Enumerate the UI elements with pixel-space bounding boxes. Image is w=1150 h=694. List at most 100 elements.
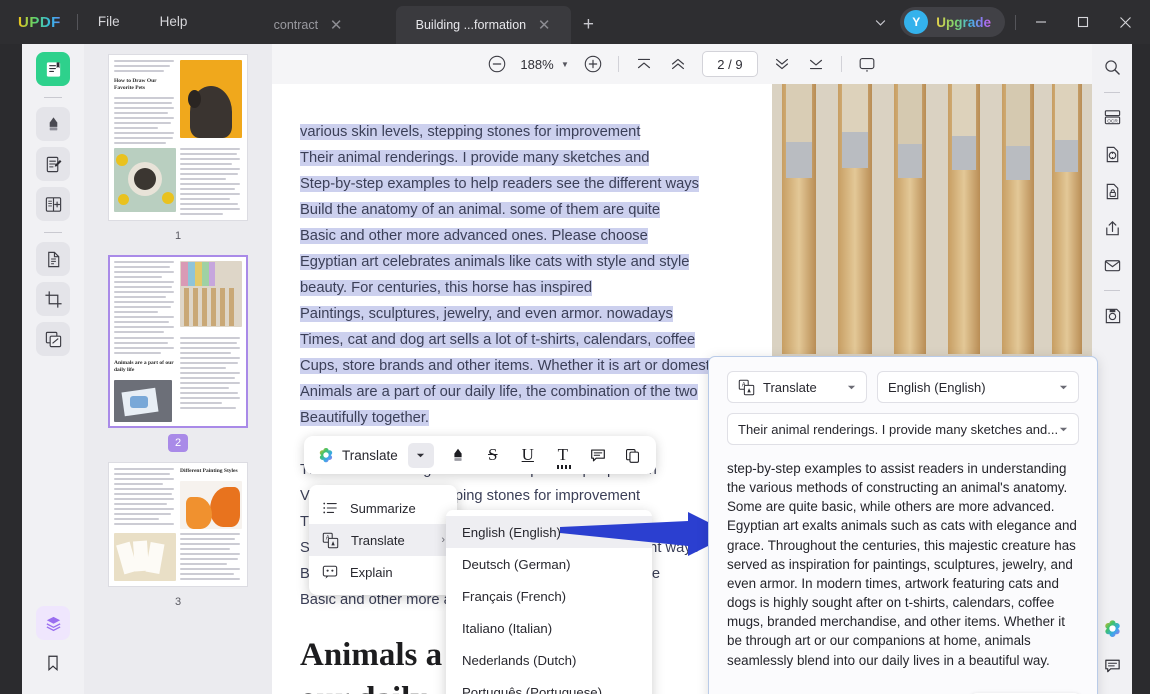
language-option-dutch[interactable]: Nederlands (Dutch)	[446, 644, 652, 676]
organize-tool[interactable]	[36, 322, 70, 356]
comment-tool[interactable]	[1097, 650, 1127, 680]
new-tab-button[interactable]: +	[571, 6, 605, 44]
share-tool[interactable]	[1097, 213, 1127, 243]
crop-tool[interactable]	[36, 282, 70, 316]
app-logo: UPDF	[18, 14, 77, 31]
doc-line-text: Paintings, sculptures, jewelry, and even…	[300, 306, 673, 322]
highlight-button[interactable]	[441, 440, 475, 470]
tab-building-information[interactable]: Building ...formation ✕	[396, 6, 571, 44]
thumbnail-item[interactable]: Animals are a part of our daily life	[84, 255, 272, 461]
edit-pdf-tool[interactable]	[36, 147, 70, 181]
doc-line-text: Basic and other more advanced ones. Plea…	[300, 228, 648, 244]
translate-panel[interactable]: A Translate English (English) Their anim…	[708, 356, 1098, 694]
page-heading: Animals a our daily	[300, 634, 442, 694]
zoom-out-icon[interactable]	[481, 48, 513, 80]
avatar: Y	[904, 10, 928, 34]
thumbnail-image-dog	[180, 60, 242, 138]
save-tool[interactable]	[1097, 300, 1127, 330]
menu-item-translate[interactable]: A Translate ›	[309, 524, 457, 556]
presentation-icon[interactable]	[851, 48, 883, 80]
doc-line: Times, cat and dog art sells a lot of t-…	[300, 332, 695, 348]
menu-item-summarize[interactable]: Summarize	[309, 492, 457, 524]
zoom-in-icon[interactable]	[577, 48, 609, 80]
title-bar: UPDF File Help contract ✕ Building ...fo…	[0, 0, 1150, 44]
convert-tool[interactable]	[36, 242, 70, 276]
email-tool[interactable]	[1097, 250, 1127, 280]
thumbnail-number: 1	[168, 227, 188, 245]
ai-context-menu[interactable]: Summarize A Translate › Explain	[309, 485, 457, 595]
menu-help[interactable]: Help	[140, 0, 208, 44]
last-page-icon[interactable]	[800, 48, 832, 80]
close-button[interactable]	[1104, 0, 1146, 44]
doc-line-text: Step-by-step examples to help readers se…	[300, 176, 699, 192]
menu-item-explain[interactable]: Explain	[309, 556, 457, 588]
right-toolbar: OCR	[1092, 44, 1132, 694]
zoom-level[interactable]: 188%	[515, 57, 559, 72]
note-button[interactable]	[581, 440, 615, 470]
chevron-down-icon[interactable]	[847, 380, 856, 395]
annotate-tool[interactable]	[36, 107, 70, 141]
translate-quick-button[interactable]: Translate	[310, 441, 405, 469]
thumbnail-image-foxes	[180, 481, 242, 529]
app-body: How to Draw Our Favorite Pets	[0, 44, 1150, 694]
chevron-down-icon[interactable]	[1059, 380, 1068, 395]
minimize-button[interactable]	[1020, 0, 1062, 44]
chevron-down-icon[interactable]	[1059, 422, 1068, 437]
page-indicator[interactable]: 2 / 9	[702, 51, 758, 77]
divider	[618, 56, 619, 72]
language-option-italian[interactable]: Italiano (Italian)	[446, 612, 652, 644]
doc-line-text: Cups, store brands and other items. Whet…	[300, 358, 720, 374]
tab-label: contract	[274, 18, 318, 32]
divider	[44, 97, 62, 98]
ocr-tool[interactable]: OCR	[1097, 102, 1127, 132]
page-edit-tool[interactable]	[36, 187, 70, 221]
search-tool[interactable]	[1097, 52, 1127, 82]
chevron-right-icon: ›	[441, 534, 445, 546]
first-page-icon[interactable]	[628, 48, 660, 80]
thumbnail-item[interactable]: Different Painting Styles	[84, 462, 272, 621]
convert-tool[interactable]	[1097, 139, 1127, 169]
menu-file[interactable]: File	[78, 0, 140, 44]
translate-mode-dropdown[interactable]: A Translate	[727, 371, 867, 403]
squiggly-underline-button[interactable]: T	[546, 440, 580, 470]
close-icon[interactable]: ✕	[536, 18, 552, 33]
bookmark-tool[interactable]	[36, 646, 70, 680]
close-icon[interactable]: ✕	[328, 18, 344, 33]
ai-layers-tool[interactable]	[36, 606, 70, 640]
source-text-label: Their animal renderings. I provide many …	[738, 422, 1058, 437]
doc-line: Build the anatomy of an animal. some of …	[300, 202, 660, 218]
thumbnail-page-1[interactable]: How to Draw Our Favorite Pets	[108, 54, 248, 221]
prev-page-icon[interactable]	[662, 48, 694, 80]
thumbnail-page-2[interactable]: Animals are a part of our daily life	[108, 255, 248, 427]
language-option-portuguese[interactable]: Português (Portuguese)	[446, 676, 652, 694]
protect-tool[interactable]	[1097, 176, 1127, 206]
ai-assistant[interactable]	[1097, 613, 1127, 643]
chevron-down-icon[interactable]: ▼	[561, 60, 569, 69]
thumbnail-item[interactable]: How to Draw Our Favorite Pets	[84, 54, 272, 255]
thumbnail-panel[interactable]: How to Draw Our Favorite Pets	[84, 44, 272, 694]
doc-line: Animals are a part of our daily life, th…	[300, 384, 698, 400]
target-language-dropdown[interactable]: English (English)	[877, 371, 1079, 403]
upgrade-button[interactable]: Y Upgrade	[900, 7, 1005, 37]
maximize-button[interactable]	[1062, 0, 1104, 44]
doc-line-text: Beautifully together.	[300, 410, 429, 426]
chevron-down-icon[interactable]	[408, 443, 434, 468]
thumbnail-image-paint	[114, 380, 172, 422]
copy-button[interactable]	[616, 440, 650, 470]
divider	[1104, 92, 1120, 93]
tab-contract[interactable]: contract ✕	[221, 6, 396, 44]
source-text-dropdown[interactable]: Their animal renderings. I provide many …	[727, 413, 1079, 445]
next-page-icon[interactable]	[766, 48, 798, 80]
menu-item-label: Translate	[351, 533, 405, 548]
translation-result: step-by-step examples to assist readers …	[727, 459, 1079, 683]
selection-toolbar[interactable]: Translate S U T	[304, 436, 656, 474]
language-option-french[interactable]: Français (French)	[446, 580, 652, 612]
thumbnail-page-3[interactable]: Different Painting Styles	[108, 462, 248, 587]
strikethrough-button[interactable]: S	[476, 440, 510, 470]
doc-line: Cups, store brands and other items. Whet…	[300, 358, 720, 374]
reader-tool[interactable]	[36, 52, 70, 86]
titlebar-left: UPDF File Help	[0, 0, 207, 44]
underline-button[interactable]: U	[511, 440, 545, 470]
titlebar-right: Y Upgrade	[860, 0, 1150, 44]
chevron-down-icon[interactable]	[860, 0, 900, 44]
